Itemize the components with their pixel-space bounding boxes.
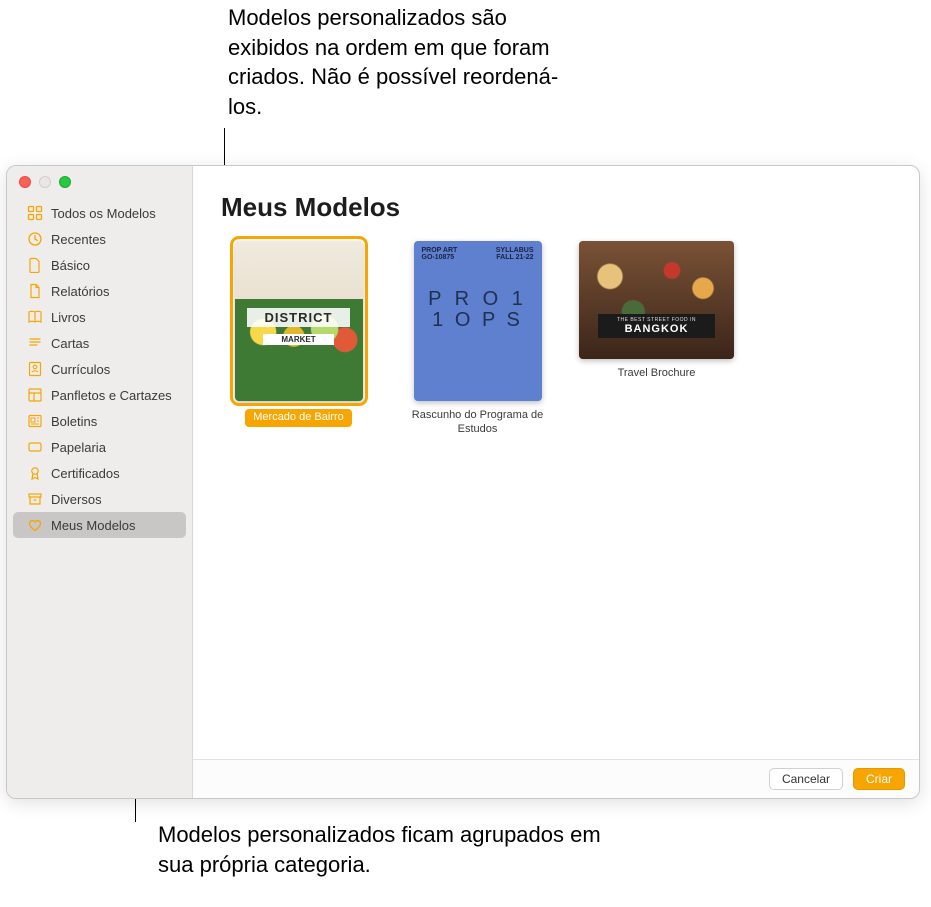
template-card-mercado[interactable]: DISTRICT MARKET Mercado de Bairro — [221, 241, 376, 427]
sidebar-item-all-templates[interactable]: Todos os Modelos — [13, 200, 186, 226]
template-thumb: THE BEST STREET FOOD IN BANGKOK — [579, 241, 734, 359]
lines-icon — [27, 335, 43, 351]
template-thumb: DISTRICT MARKET — [235, 241, 363, 401]
sidebar-item-label: Básico — [51, 258, 90, 273]
sidebar-item-newsletters[interactable]: Boletins — [13, 408, 186, 434]
person-icon — [27, 361, 43, 377]
sidebar-item-label: Boletins — [51, 414, 97, 429]
thumb-small: THE BEST STREET FOOD IN — [600, 317, 714, 323]
template-thumb: PROP ART GO-10875 SYLLABUS FALL 21-22 P … — [414, 241, 542, 401]
clock-icon — [27, 231, 43, 247]
window-traffic-lights — [19, 176, 71, 188]
sidebar-item-recents[interactable]: Recentes — [13, 226, 186, 252]
template-label: Mercado de Bairro — [245, 409, 352, 427]
sidebar: Todos os Modelos Recentes Básico Relatór… — [7, 166, 193, 798]
heart-icon — [27, 517, 43, 533]
sidebar-item-label: Relatórios — [51, 284, 110, 299]
close-window-button[interactable] — [19, 176, 31, 188]
card-icon — [27, 439, 43, 455]
sidebar-item-label: Livros — [51, 310, 86, 325]
document-fold-icon — [27, 283, 43, 299]
sidebar-item-misc[interactable]: Diversos — [13, 486, 186, 512]
callout-bottom: Modelos personalizados ficam agrupados e… — [158, 820, 608, 879]
sidebar-item-reports[interactable]: Relatórios — [13, 278, 186, 304]
sidebar-item-label: Certificados — [51, 466, 120, 481]
sidebar-item-certificates[interactable]: Certificados — [13, 460, 186, 486]
sidebar-item-label: Recentes — [51, 232, 106, 247]
sidebar-item-label: Papelaria — [51, 440, 106, 455]
template-grid-area: Meus Modelos DISTRICT MARKET Mercado de … — [193, 166, 919, 759]
template-label: Travel Brochure — [618, 367, 696, 381]
thumb-big: BANGKOK — [600, 323, 714, 335]
template-card-rascunho[interactable]: PROP ART GO-10875 SYLLABUS FALL 21-22 P … — [400, 241, 555, 437]
sidebar-item-basic[interactable]: Básico — [13, 252, 186, 278]
sidebar-item-my-templates[interactable]: Meus Modelos — [13, 512, 186, 538]
sidebar-item-label: Todos os Modelos — [51, 206, 156, 221]
cancel-button[interactable]: Cancelar — [769, 768, 843, 790]
sidebar-item-flyers[interactable]: Panfletos e Cartazes — [13, 382, 186, 408]
layout-icon — [27, 387, 43, 403]
sidebar-item-resumes[interactable]: Currículos — [13, 356, 186, 382]
callout-top: Modelos personalizados são exibidos na o… — [228, 3, 588, 122]
template-label: Rascunho do Programa de Estudos — [408, 409, 548, 437]
sidebar-item-label: Panfletos e Cartazes — [51, 388, 172, 403]
thumb-word-l1: P R O 1 — [414, 289, 542, 310]
zoom-window-button[interactable] — [59, 176, 71, 188]
thumb-hdr-left: PROP ART GO-10875 — [422, 247, 458, 261]
sidebar-item-label: Diversos — [51, 492, 102, 507]
template-card-travel[interactable]: THE BEST STREET FOOD IN BANGKOK Travel B… — [579, 241, 734, 381]
footer: Cancelar Criar — [193, 759, 919, 798]
page-title: Meus Modelos — [221, 192, 891, 223]
grid-icon — [27, 205, 43, 221]
sidebar-item-letters[interactable]: Cartas — [13, 330, 186, 356]
book-icon — [27, 309, 43, 325]
create-button[interactable]: Criar — [853, 768, 905, 790]
archive-icon — [27, 491, 43, 507]
ribbon-icon — [27, 465, 43, 481]
sidebar-item-label: Meus Modelos — [51, 518, 136, 533]
sidebar-item-label: Currículos — [51, 362, 110, 377]
main-pane: Meus Modelos DISTRICT MARKET Mercado de … — [193, 166, 919, 798]
sidebar-item-books[interactable]: Livros — [13, 304, 186, 330]
sidebar-item-stationery[interactable]: Papelaria — [13, 434, 186, 460]
document-icon — [27, 257, 43, 273]
newspaper-icon — [27, 413, 43, 429]
thumb-title: DISTRICT — [247, 308, 349, 327]
minimize-window-button[interactable] — [39, 176, 51, 188]
thumb-hdr-right: SYLLABUS FALL 21-22 — [496, 247, 534, 261]
sidebar-item-label: Cartas — [51, 336, 89, 351]
thumb-word-l2: 1 O P S — [414, 310, 542, 331]
template-chooser-window: Todos os Modelos Recentes Básico Relatór… — [6, 165, 920, 799]
thumb-subtitle: MARKET — [263, 334, 335, 345]
template-grid: DISTRICT MARKET Mercado de Bairro PROP A… — [221, 241, 891, 437]
